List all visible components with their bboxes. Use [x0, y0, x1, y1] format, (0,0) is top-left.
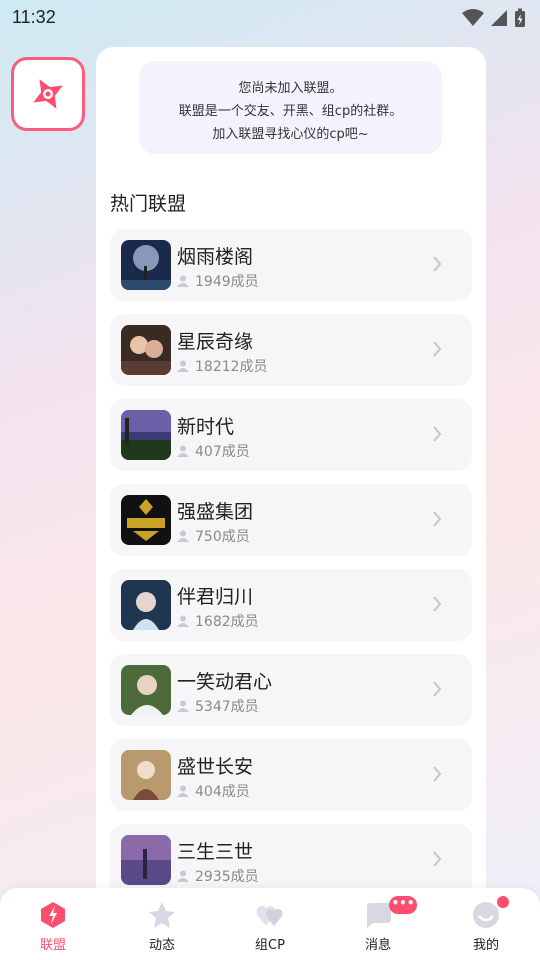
alliance-card[interactable]: 伴君归川 1682成员: [110, 569, 472, 641]
chevron-right-icon: [433, 681, 442, 697]
alliance-thumbnail: [121, 325, 171, 375]
star-icon: [149, 902, 175, 928]
chevron-right-icon: [433, 426, 442, 442]
nav-tab-profile[interactable]: 我的: [441, 896, 531, 956]
hearts-icon: [256, 906, 283, 926]
chevron-right-icon: [433, 511, 442, 527]
status-bar: 11:32: [0, 0, 540, 34]
alliance-name: 星辰奇缘: [177, 331, 254, 353]
member-count: 2935成员: [195, 869, 259, 885]
alliance-card[interactable]: 一笑动君心 5347成员: [110, 654, 472, 726]
notice-line-1: 您尚未加入联盟。: [238, 81, 343, 96]
nav-label: 动态: [148, 938, 175, 953]
alliance-thumbnail: [121, 835, 171, 885]
bottom-nav: 联盟 动态 组CP ••• 消息 我的: [0, 888, 540, 960]
chevron-right-icon: [433, 851, 442, 867]
alliance-members: 407成员: [177, 441, 250, 461]
section-title: 热门联盟: [110, 193, 187, 215]
chevron-right-icon: [433, 341, 442, 357]
member-count: 18212成员: [195, 359, 268, 375]
alliance-name: 伴君归川: [177, 586, 254, 608]
person-icon: [177, 360, 189, 372]
alliance-members: 5347成员: [177, 696, 259, 716]
person-icon: [177, 445, 189, 457]
alliance-card[interactable]: 盛世长安 404成员: [110, 739, 472, 811]
status-time: 11:32: [12, 7, 56, 27]
alliance-card[interactable]: 星辰奇缘 18212成员: [110, 314, 472, 386]
alliance-members: 750成员: [177, 526, 250, 546]
alliance-members: 18212成员: [177, 356, 268, 376]
nav-label: 联盟: [39, 938, 66, 953]
alliance-name: 强盛集团: [177, 501, 254, 523]
chevron-right-icon: [433, 256, 442, 272]
no-alliance-notice: 您尚未加入联盟。 联盟是一个交友、开黑、组cp的社群。 加入联盟寻找心仪的cp吧…: [139, 61, 442, 154]
person-icon: [177, 870, 189, 882]
member-count: 407成员: [195, 444, 250, 460]
alliance-thumbnail: [121, 665, 171, 715]
alliance-card[interactable]: 新时代 407成员: [110, 399, 472, 471]
alliance-name: 一笑动君心: [177, 671, 273, 693]
member-count: 750成员: [195, 529, 250, 545]
alliance-members: 2935成员: [177, 866, 259, 886]
signal-icon: [491, 10, 507, 26]
alliance-name: 三生三世: [177, 841, 254, 863]
alliance-card[interactable]: 烟雨楼阁 1949成员: [110, 229, 472, 301]
alliance-thumbnail: [121, 495, 171, 545]
message-badge: •••: [389, 896, 417, 914]
member-count: 5347成员: [195, 699, 259, 715]
alliance-members: 404成员: [177, 781, 250, 801]
person-icon: [177, 615, 189, 627]
notice-line-2: 联盟是一个交友、开黑、组cp的社群。: [178, 104, 403, 119]
wifi-icon: [462, 9, 484, 26]
alliance-members: 1949成员: [177, 271, 259, 291]
my-alliance-logo[interactable]: [11, 57, 85, 131]
nav-tab-feed[interactable]: 动态: [117, 896, 207, 956]
alliance-card[interactable]: 强盛集团 750成员: [110, 484, 472, 556]
alliance-thumbnail: [121, 580, 171, 630]
person-icon: [177, 785, 189, 797]
alliance-card[interactable]: 三生三世 2935成员: [110, 824, 472, 896]
notice-line-3: 加入联盟寻找心仪的cp吧~: [212, 127, 369, 142]
alliance-thumbnail: [121, 750, 171, 800]
status-icons: [462, 8, 526, 28]
member-count: 1949成员: [195, 274, 259, 290]
alliance-name: 烟雨楼阁: [177, 246, 254, 268]
alliance-logo-icon: [33, 79, 63, 109]
nav-tab-alliance[interactable]: 联盟: [8, 896, 98, 956]
nav-label: 我的: [472, 938, 499, 953]
person-icon: [177, 275, 189, 287]
nav-label: 消息: [364, 938, 391, 953]
alliance-name: 盛世长安: [177, 756, 254, 778]
alliance-thumbnail: [121, 240, 171, 290]
chevron-right-icon: [433, 766, 442, 782]
alliance-icon: [41, 902, 65, 928]
nav-tab-cp[interactable]: 组CP: [225, 896, 315, 956]
person-icon: [177, 530, 189, 542]
member-count: 1682成员: [195, 614, 259, 630]
profile-notification-dot: [497, 896, 509, 908]
chevron-right-icon: [433, 596, 442, 612]
person-icon: [177, 700, 189, 712]
profile-icon: [473, 902, 499, 928]
alliance-name: 新时代: [177, 416, 235, 438]
member-count: 404成员: [195, 784, 250, 800]
alliance-thumbnail: [121, 410, 171, 460]
battery-icon: [515, 8, 525, 27]
nav-tab-messages[interactable]: ••• 消息: [333, 896, 423, 956]
alliance-panel: 您尚未加入联盟。 联盟是一个交友、开黑、组cp的社群。 加入联盟寻找心仪的cp吧…: [96, 47, 486, 907]
nav-label: 组CP: [255, 938, 285, 953]
alliance-members: 1682成员: [177, 611, 259, 631]
